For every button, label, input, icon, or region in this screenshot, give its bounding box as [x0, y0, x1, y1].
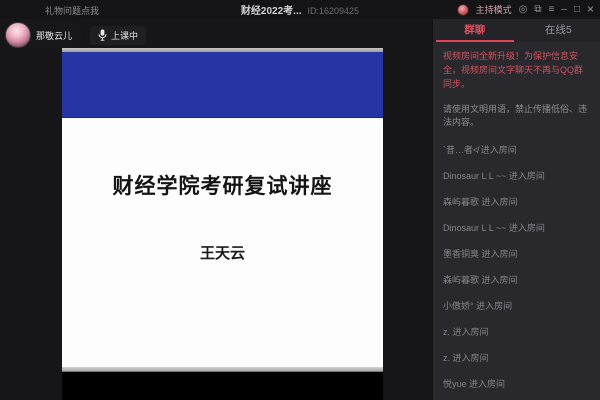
minimize-button[interactable]: – — [561, 0, 567, 19]
slide-header-band — [62, 52, 383, 118]
titlebar-left: 礼物问题点我 — [0, 1, 160, 19]
tab-online-members[interactable]: 在线5 — [517, 19, 600, 42]
shared-screen: 财经学院考研复试讲座 王天云 — [62, 48, 383, 400]
chat-message: 森屿暮歌 进入房间 — [443, 274, 518, 285]
popup-window-icon[interactable]: ⧉ — [534, 0, 541, 19]
class-status-pill: 上课中 — [90, 25, 147, 45]
chat-sidebar: 群聊 在线5 视频房间全新升级！为保护信息安全，视频房间文字聊天不再与QQ群同步… — [432, 19, 600, 400]
streamer-pill[interactable]: 那敬云儿 — [5, 22, 83, 48]
streamer-name: 那敬云儿 — [36, 30, 73, 41]
titlebar: 礼物问题点我 财经2022考... ID:16209425 主持模式 ◎ ⧉ ≡ … — [0, 0, 600, 19]
chat-message: Dinosaur L L ~~ 进入房间 — [443, 222, 545, 233]
chat-rules-notice: 请使用文明用语，禁止传播低俗、违法内容。 — [443, 103, 588, 128]
slide-speaker: 王天云 — [199, 246, 245, 262]
screen-black-area — [62, 372, 383, 400]
host-avatar[interactable] — [456, 3, 469, 16]
chat-message: z. 进入房间 — [443, 352, 489, 363]
chat-message: z. 进入房间 — [443, 326, 489, 337]
sidebar-tabs: 群聊 在线5 — [433, 19, 600, 42]
menu-icon[interactable]: ≡ — [549, 0, 555, 19]
chat-message: `昔…者≮ 进入房间 — [443, 144, 517, 155]
gift-help-link[interactable]: 礼物问题点我 — [45, 6, 99, 16]
chat-message: Dinosaur L L ~~ 进入房间 — [443, 170, 545, 181]
maximize-button[interactable]: □ — [574, 0, 580, 19]
titlebar-right: 主持模式 ◎ ⧉ ≡ – □ × — [456, 0, 594, 19]
chat-messages: `昔…者≮ 进入房间 Dinosaur L L ~~ 进入房间 森屿暮歌 进入房间 D… — [443, 143, 590, 400]
tab-group-chat[interactable]: 群聊 — [433, 19, 517, 42]
stage-overlay: 那敬云儿 上课中 — [5, 22, 147, 48]
room-title: 财经2022考... — [240, 5, 302, 17]
chat-message: 小傲娇° 进入房间 — [443, 300, 513, 311]
slide-body: 财经学院考研复试讲座 王天云 — [62, 118, 383, 367]
settings-icon[interactable]: ◎ — [519, 0, 528, 19]
microphone-icon — [98, 29, 107, 41]
streamer-avatar[interactable] — [5, 22, 31, 48]
video-stage: 那敬云儿 上课中 财经学院考研复试讲座 王天云 — [0, 19, 432, 400]
system-upgrade-notice: 视频房间全新升级！为保护信息安全，视频房间文字聊天不再与QQ群同步。 — [443, 51, 584, 89]
main-area: 那敬云儿 上课中 财经学院考研复试讲座 王天云 群聊 在线5 视频房间全新升级！… — [0, 19, 600, 400]
chat-message: 森屿暮歌 进入房间 — [443, 196, 518, 207]
slide-title: 财经学院考研复试讲座 — [112, 174, 333, 198]
class-status-label: 上课中 — [111, 30, 139, 41]
room-id: ID:16209425 — [307, 5, 360, 16]
close-button[interactable]: × — [587, 0, 594, 19]
chat-message: 墨香铜臭 进入房间 — [443, 248, 518, 259]
chat-message: 悦yue 进入房间 — [443, 378, 506, 389]
chat-message-area[interactable]: 视频房间全新升级！为保护信息安全，视频房间文字聊天不再与QQ群同步。 请使用文明… — [433, 42, 600, 400]
host-mode-label[interactable]: 主持模式 — [476, 3, 512, 16]
app-window: 礼物问题点我 财经2022考... ID:16209425 主持模式 ◎ ⧉ ≡ … — [0, 0, 600, 400]
